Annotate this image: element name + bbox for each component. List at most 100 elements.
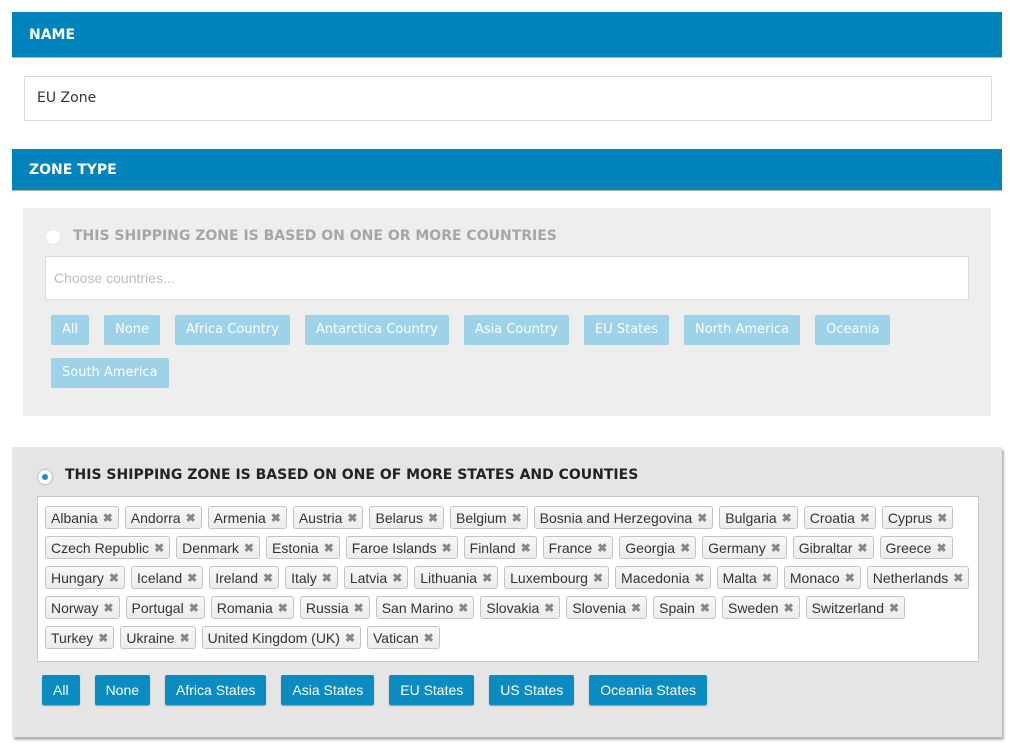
tag-label: Vatican xyxy=(373,629,419,646)
selected-tag: Lithuania ✖ xyxy=(414,566,499,589)
remove-tag-icon[interactable]: ✖ xyxy=(109,571,119,585)
tag-label: Switzerland xyxy=(811,599,885,616)
selected-tag: San Marino ✖ xyxy=(375,596,475,619)
countries-none-button[interactable]: None xyxy=(104,315,161,345)
selected-tag: Belgium ✖ xyxy=(450,506,528,529)
tag-label: Norway xyxy=(51,599,99,616)
remove-tag-icon[interactable]: ✖ xyxy=(700,601,710,615)
tag-label: Gibraltar xyxy=(798,539,853,556)
remove-tag-icon[interactable]: ✖ xyxy=(278,601,288,615)
selected-tag: Sweden ✖ xyxy=(721,596,800,619)
remove-tag-icon[interactable]: ✖ xyxy=(424,631,434,645)
tag-label: Portugal xyxy=(131,599,184,616)
tag-label: Belgium xyxy=(456,509,507,526)
remove-tag-icon[interactable]: ✖ xyxy=(103,511,113,525)
remove-tag-icon[interactable]: ✖ xyxy=(244,541,254,555)
remove-tag-icon[interactable]: ✖ xyxy=(771,541,781,555)
choose-countries-input[interactable]: Choose countries... xyxy=(45,256,969,300)
states-oceania-states-button[interactable]: Oceania States xyxy=(589,675,708,705)
remove-tag-icon[interactable]: ✖ xyxy=(860,511,870,525)
remove-tag-icon[interactable]: ✖ xyxy=(521,541,531,555)
remove-tag-icon[interactable]: ✖ xyxy=(154,541,164,555)
states-asia-states-button[interactable]: Asia States xyxy=(281,675,375,705)
countries-antarctica-country-button[interactable]: Antarctica Country xyxy=(304,315,449,345)
selected-tag: Hungary ✖ xyxy=(45,566,125,589)
remove-tag-icon[interactable]: ✖ xyxy=(354,601,364,615)
tag-label: Netherlands xyxy=(872,569,949,586)
remove-tag-icon[interactable]: ✖ xyxy=(697,511,707,525)
remove-tag-icon[interactable]: ✖ xyxy=(347,511,357,525)
selected-tag: Finland ✖ xyxy=(463,536,537,559)
remove-tag-icon[interactable]: ✖ xyxy=(187,571,197,585)
tag-label: Sweden xyxy=(727,599,779,616)
remove-tag-icon[interactable]: ✖ xyxy=(889,601,899,615)
countries-radio-button[interactable] xyxy=(45,229,61,245)
tag-label: Denmark xyxy=(182,539,239,556)
countries-eu-states-button[interactable]: EU States xyxy=(583,315,669,345)
states-all-button[interactable]: All xyxy=(42,675,80,705)
remove-tag-icon[interactable]: ✖ xyxy=(857,541,867,555)
selected-tag: Georgia ✖ xyxy=(619,536,697,559)
remove-tag-icon[interactable]: ✖ xyxy=(442,541,452,555)
tag-label: France xyxy=(548,539,593,556)
remove-tag-icon[interactable]: ✖ xyxy=(186,511,196,525)
remove-tag-icon[interactable]: ✖ xyxy=(937,511,947,525)
zone-name-input[interactable]: EU Zone xyxy=(24,76,992,121)
countries-north-america-button[interactable]: North America xyxy=(684,315,801,345)
remove-tag-icon[interactable]: ✖ xyxy=(428,511,438,525)
remove-tag-icon[interactable]: ✖ xyxy=(845,571,855,585)
remove-tag-icon[interactable]: ✖ xyxy=(597,541,607,555)
remove-tag-icon[interactable]: ✖ xyxy=(322,571,332,585)
tag-label: Spain xyxy=(659,599,695,616)
tag-label: Finland xyxy=(469,539,516,556)
states-africa-states-button[interactable]: Africa States xyxy=(165,675,267,705)
remove-tag-icon[interactable]: ✖ xyxy=(936,541,946,555)
countries-asia-country-button[interactable]: Asia Country xyxy=(463,315,569,345)
remove-tag-icon[interactable]: ✖ xyxy=(189,601,199,615)
remove-tag-icon[interactable]: ✖ xyxy=(98,631,108,645)
states-preset-buttons: All None Africa States Asia States EU States… xyxy=(42,675,722,705)
tag-label: Albania xyxy=(51,509,98,526)
selected-tag: Netherlands ✖ xyxy=(866,566,970,589)
remove-tag-icon[interactable]: ✖ xyxy=(680,541,690,555)
remove-tag-icon[interactable]: ✖ xyxy=(762,571,772,585)
countries-south-america-button[interactable]: South America xyxy=(51,358,169,388)
remove-tag-icon[interactable]: ✖ xyxy=(782,511,792,525)
remove-tag-icon[interactable]: ✖ xyxy=(512,511,522,525)
selected-tag: Ukraine ✖ xyxy=(120,626,196,649)
countries-africa-country-button[interactable]: Africa Country xyxy=(175,315,290,345)
remove-tag-icon[interactable]: ✖ xyxy=(695,571,705,585)
remove-tag-icon[interactable]: ✖ xyxy=(544,601,554,615)
remove-tag-icon[interactable]: ✖ xyxy=(953,571,963,585)
remove-tag-icon[interactable]: ✖ xyxy=(345,631,355,645)
remove-tag-icon[interactable]: ✖ xyxy=(593,571,603,585)
remove-tag-icon[interactable]: ✖ xyxy=(458,601,468,615)
countries-oceania-button[interactable]: Oceania xyxy=(815,315,891,345)
remove-tag-icon[interactable]: ✖ xyxy=(103,601,113,615)
tag-label: Estonia xyxy=(271,539,319,556)
remove-tag-icon[interactable]: ✖ xyxy=(392,571,402,585)
tag-label: Germany xyxy=(708,539,766,556)
states-none-button[interactable]: None xyxy=(94,675,151,705)
states-radio-button[interactable] xyxy=(37,469,53,485)
tag-label: Monaco xyxy=(789,569,840,586)
selected-tag: Bulgaria ✖ xyxy=(719,506,798,529)
states-option-label[interactable]: THIS SHIPPING ZONE IS BASED ON ONE OF MO… xyxy=(65,467,638,483)
remove-tag-icon[interactable]: ✖ xyxy=(271,511,281,525)
states-us-states-button[interactable]: US States xyxy=(489,675,575,705)
zone-type-section-header: ZONE TYPE xyxy=(12,149,1002,191)
remove-tag-icon[interactable]: ✖ xyxy=(180,631,190,645)
countries-option-label[interactable]: THIS SHIPPING ZONE IS BASED ON ONE OR MO… xyxy=(73,228,557,244)
countries-all-button[interactable]: All xyxy=(51,315,90,345)
selected-tag: Spain ✖ xyxy=(653,596,716,619)
remove-tag-icon[interactable]: ✖ xyxy=(263,571,273,585)
remove-tag-icon[interactable]: ✖ xyxy=(784,601,794,615)
states-tag-input[interactable]: Albania ✖ Andorra ✖ Armenia ✖ Austria ✖ Belarus ✖… xyxy=(37,496,979,662)
remove-tag-icon[interactable]: ✖ xyxy=(324,541,334,555)
remove-tag-icon[interactable]: ✖ xyxy=(482,571,492,585)
remove-tag-icon[interactable]: ✖ xyxy=(631,601,641,615)
tag-label: Turkey xyxy=(51,629,94,646)
tag-label: Croatia xyxy=(809,509,855,526)
states-eu-states-button[interactable]: EU States xyxy=(389,675,475,705)
selected-tag: Switzerland ✖ xyxy=(805,596,906,619)
